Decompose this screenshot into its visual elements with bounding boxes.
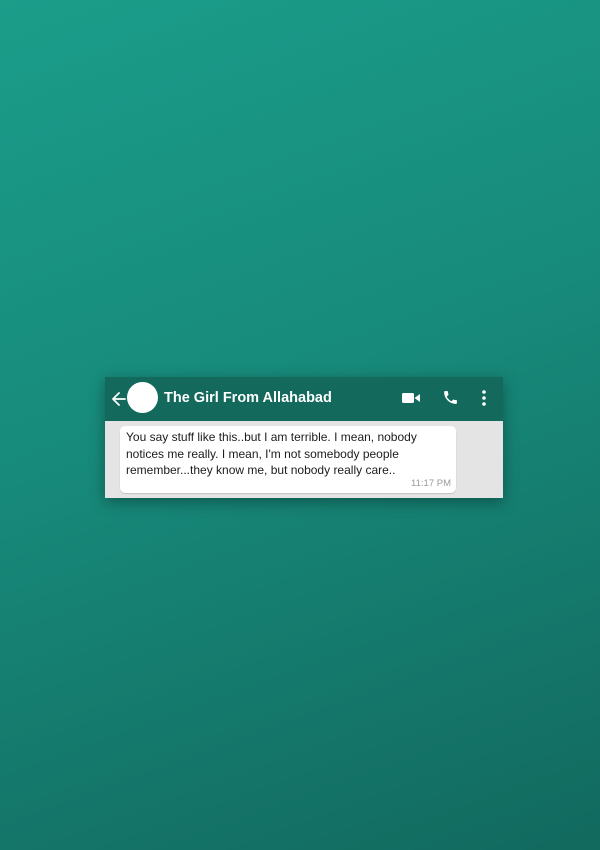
contact-name[interactable]: The Girl From Allahabad bbox=[164, 390, 332, 406]
message-text: You say stuff like this..but I am terrib… bbox=[126, 430, 417, 477]
chat-header: The Girl From Allahabad bbox=[105, 377, 503, 421]
back-arrow-icon[interactable] bbox=[111, 389, 127, 409]
avatar[interactable] bbox=[127, 382, 158, 413]
chat-body: You say stuff like this..but I am terrib… bbox=[105, 421, 503, 498]
page-background: { "contact": { "name": "The Girl From Al… bbox=[0, 0, 600, 850]
chat-window: The Girl From Allahabad You say stuff li… bbox=[105, 377, 503, 498]
message-timestamp: 11:17 PM bbox=[411, 478, 451, 489]
more-options-icon[interactable] bbox=[481, 389, 487, 407]
phone-icon[interactable] bbox=[442, 389, 459, 406]
video-call-icon[interactable] bbox=[402, 392, 420, 404]
message-bubble[interactable]: You say stuff like this..but I am terrib… bbox=[120, 426, 456, 493]
